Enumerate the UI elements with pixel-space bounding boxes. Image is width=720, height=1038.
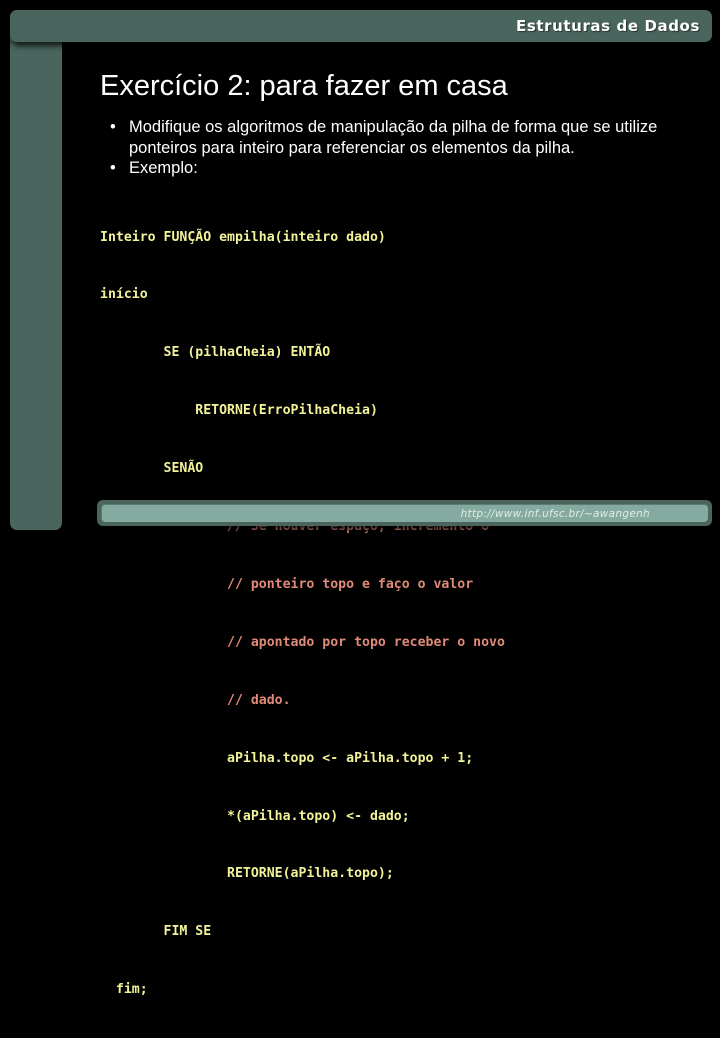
header-banner: Estruturas de Dados: [10, 10, 712, 42]
list-item: • Modifique os algoritmos de manipulação…: [83, 117, 712, 158]
list-item-text: Modifique os algoritmos de manipulação d…: [129, 118, 658, 157]
bullet-marker-icon: •: [110, 159, 116, 177]
footer-bar: http://www.inf.ufsc.br/~awangenh: [97, 500, 712, 526]
code-line: SE (pilhaCheia) ENTÃO: [100, 345, 331, 361]
list-item-text: Exemplo:: [129, 159, 198, 177]
pseudocode-block: Inteiro FUNÇÃO empilha(inteiro dado) iní…: [83, 189, 712, 1038]
code-line: Inteiro FUNÇÃO empilha(inteiro dado): [100, 229, 386, 245]
slide-canvas: Estruturas de Dados Exercício 2: para fa…: [0, 0, 720, 997]
page-title: Exercício 2: para fazer em casa: [100, 70, 508, 102]
code-line: SENÃO: [100, 461, 204, 477]
bullet-list: • Modifique os algoritmos de manipulação…: [83, 117, 712, 179]
code-line: aPilha.topo <- aPilha.topo + 1;: [100, 750, 474, 766]
code-line: *(aPilha.topo) <- dado;: [100, 808, 410, 824]
left-decorative-rail: [10, 10, 62, 530]
code-comment-line: // dado.: [100, 692, 291, 708]
code-line: FIM SE: [100, 924, 212, 940]
list-item: • Exemplo:: [83, 158, 712, 179]
code-line: RETORNE(ErroPilhaCheia): [100, 403, 378, 419]
footer-url-link[interactable]: http://www.inf.ufsc.br/~awangenh: [461, 508, 650, 520]
bullet-marker-icon: •: [110, 118, 116, 136]
code-line: início: [100, 287, 148, 303]
code-comment-line: // ponteiro topo e faço o valor: [100, 576, 474, 592]
code-comment-line: // apontado por topo receber o novo: [100, 634, 505, 650]
course-title: Estruturas de Dados: [515, 17, 700, 35]
footer-inner-panel: http://www.inf.ufsc.br/~awangenh: [101, 504, 708, 522]
code-line: RETORNE(aPilha.topo);: [100, 866, 394, 882]
code-line: fim;: [100, 982, 148, 998]
slide-content-panel: Exercício 2: para fazer em casa • Modifi…: [83, 47, 712, 997]
